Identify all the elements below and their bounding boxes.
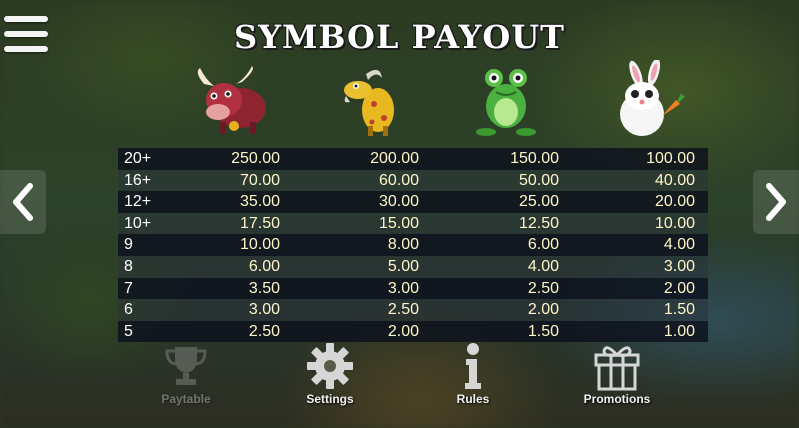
next-page-button[interactable] — [753, 170, 799, 234]
gift-icon — [594, 346, 640, 391]
payout-value: 1.00 — [663, 322, 695, 340]
symbol-count: 16+ — [124, 171, 152, 189]
payout-value: 4.00 — [527, 257, 559, 275]
payout-value: 1.50 — [663, 301, 695, 319]
symbol-count: 6 — [124, 301, 133, 319]
payout-value: 10.00 — [654, 214, 695, 232]
payout-row: 16+ 70.00 60.00 50.00 40.00 — [118, 169, 708, 192]
rabbit-icon — [606, 58, 686, 140]
symbol-count: 10+ — [124, 214, 152, 232]
nav-rules[interactable]: Rules — [418, 340, 528, 406]
payout-row: 8 6.00 5.00 4.00 3.00 — [118, 255, 708, 278]
payout-value: 200.00 — [370, 150, 419, 167]
symbol-count: 8 — [124, 257, 133, 275]
chevron-left-icon — [13, 183, 33, 221]
payout-value: 2.00 — [387, 322, 419, 340]
bull-icon — [190, 60, 270, 140]
trophy-icon — [165, 347, 207, 385]
payout-value: 20.00 — [654, 193, 695, 211]
payout-value: 2.50 — [248, 322, 280, 340]
bottom-navigation: Paytable Settings Rules Promotions — [0, 340, 799, 420]
payout-value: 2.00 — [527, 301, 559, 319]
nav-settings[interactable]: Settings — [275, 340, 385, 406]
payout-value: 150.00 — [510, 150, 559, 167]
payout-value: 8.00 — [387, 236, 419, 254]
payout-value: 2.50 — [387, 301, 419, 319]
payout-value: 6.00 — [248, 257, 280, 275]
payout-row: 6 3.00 2.50 2.00 1.50 — [118, 299, 708, 321]
previous-page-button[interactable] — [0, 170, 46, 234]
payout-table: 20+ 250.00 200.00 150.00 100.00 16+ 70.00 60.00… — [118, 148, 708, 343]
payout-row: 20+ 250.00 200.00 150.00 100.00 — [118, 148, 708, 170]
symbol-count: 7 — [124, 279, 133, 297]
payout-value: 17.50 — [239, 214, 280, 232]
frog-icon — [468, 60, 548, 140]
nav-paytable[interactable]: Paytable — [131, 340, 241, 406]
payout-value: 25.00 — [518, 193, 559, 211]
payout-value: 2.00 — [663, 279, 695, 297]
payout-row: 12+ 35.00 30.00 25.00 20.00 — [118, 191, 708, 213]
payout-row: 7 3.50 3.00 2.50 2.00 — [118, 277, 708, 300]
chevron-right-icon — [766, 183, 786, 221]
nav-promotions[interactable]: Promotions — [562, 340, 672, 406]
payout-value: 12.50 — [518, 214, 559, 232]
goat-icon — [328, 60, 408, 140]
payout-value: 100.00 — [646, 150, 695, 167]
payout-value: 35.00 — [239, 193, 280, 211]
payout-row: 10+ 17.50 15.00 12.50 10.00 — [118, 212, 708, 235]
payout-value: 60.00 — [378, 171, 419, 189]
payout-row: 9 10.00 8.00 6.00 4.00 — [118, 234, 708, 256]
nav-rules-label: Rules — [456, 392, 490, 406]
payout-value: 1.50 — [527, 322, 559, 340]
symbol-count: 5 — [124, 322, 133, 340]
payout-value: 15.00 — [378, 214, 419, 232]
payout-value: 3.00 — [248, 301, 280, 319]
payout-value: 250.00 — [231, 150, 280, 167]
payout-value: 3.00 — [387, 279, 419, 297]
nav-promotions-label: Promotions — [583, 392, 651, 406]
page-title: SYMBOL PAYOUT — [234, 18, 565, 56]
nav-paytable-label: Paytable — [161, 392, 211, 406]
symbol-count: 12+ — [124, 193, 152, 211]
payout-value: 3.50 — [248, 279, 280, 297]
payout-value: 40.00 — [654, 171, 695, 189]
payout-value: 6.00 — [527, 236, 559, 254]
payout-value: 10.00 — [239, 236, 280, 254]
payout-value: 30.00 — [378, 193, 419, 211]
payout-value: 70.00 — [239, 171, 280, 189]
gear-icon — [307, 343, 353, 389]
payout-value: 3.00 — [663, 257, 695, 275]
info-icon — [465, 343, 481, 389]
payout-value: 5.00 — [387, 257, 419, 275]
payout-value: 4.00 — [663, 236, 695, 254]
symbol-count: 20+ — [124, 150, 152, 167]
payout-value: 2.50 — [527, 279, 559, 297]
nav-settings-label: Settings — [306, 392, 354, 406]
payout-value: 50.00 — [518, 171, 559, 189]
symbol-count: 9 — [124, 236, 133, 254]
symbol-header-row — [0, 58, 799, 140]
